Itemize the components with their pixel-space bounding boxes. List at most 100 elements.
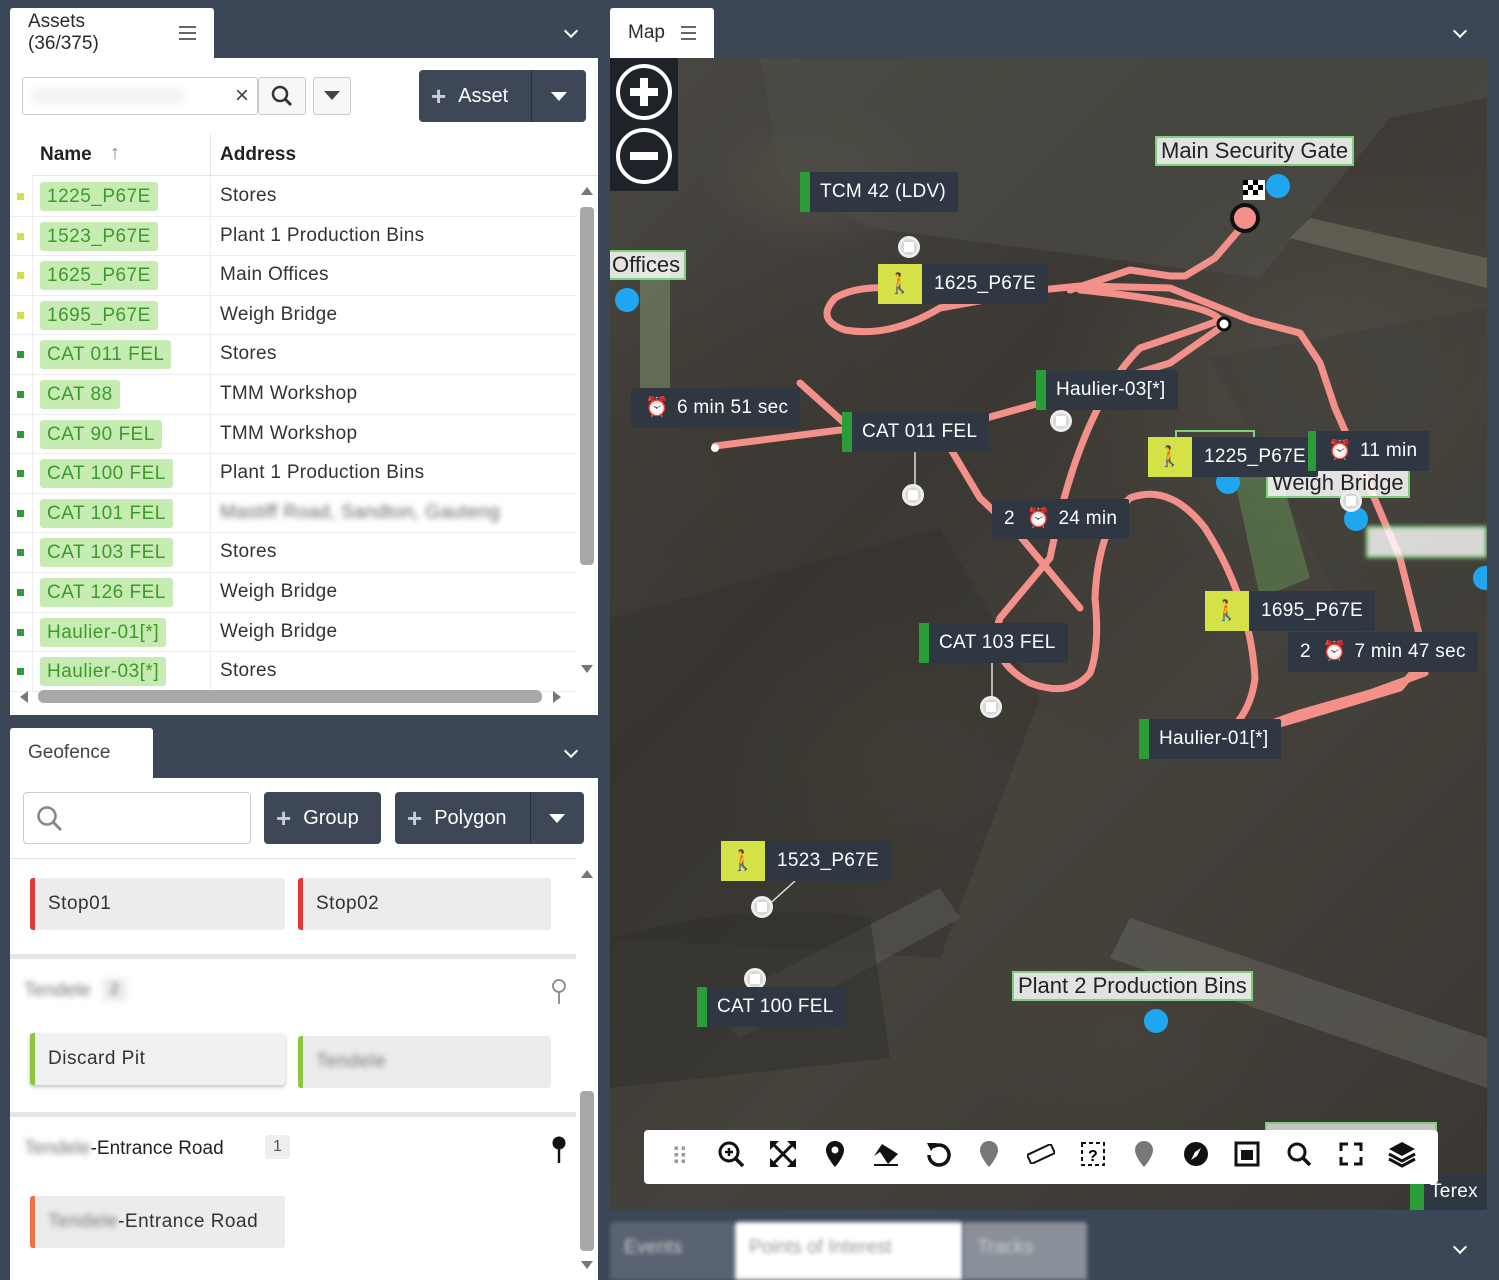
zoom-in-button[interactable] [616,64,672,120]
ruler-icon[interactable] [1025,1142,1057,1171]
asset-node[interactable] [751,896,773,918]
geofence-card-discard-pit[interactable]: Discard Pit [30,1033,285,1085]
eraser-icon[interactable] [870,1142,902,1173]
asset-label[interactable]: 🚶 1695_P67E [1205,591,1376,631]
caret-down-icon[interactable] [549,814,565,823]
column-name[interactable]: Name [40,144,92,166]
asset-name-badge[interactable]: Haulier-03[*] [40,657,167,687]
asset-label[interactable]: TCM 42 (LDV) [800,172,959,212]
menu-icon[interactable] [680,26,696,40]
zoom-out-button[interactable] [616,128,672,184]
asset-node[interactable] [1050,410,1072,432]
pin-outline-icon[interactable] [550,978,568,1006]
table-row[interactable]: CAT 101 FEL Mastiff Road, Sandton, Gauten… [10,493,576,534]
geofence-search-input[interactable] [23,792,251,844]
table-row[interactable]: CAT 90 FEL TMM Workshop [10,414,576,455]
table-row[interactable]: CAT 88 TMM Workshop [10,374,576,415]
asset-label[interactable]: 🚶 1625_P67E [878,264,1049,304]
table-row[interactable]: 1695_P67E Weigh Bridge [10,295,576,336]
table-row[interactable]: 1225_P67E Stores [10,177,576,217]
scroll-thumb[interactable] [580,1091,594,1251]
search-icon[interactable] [1283,1141,1315,1174]
poi-label[interactable]: Main Security Gate [1155,136,1355,166]
asset-name-badge[interactable]: 1625_P67E [40,261,158,291]
table-row[interactable]: CAT 126 FEL Weigh Bridge [10,572,576,613]
geofence-tab[interactable]: Geofence [10,728,153,778]
tab-points-of-interest[interactable]: Points of Interest [735,1222,963,1280]
asset-label[interactable]: CAT 100 FEL [697,987,846,1027]
chevron-down-icon[interactable] [1453,26,1467,40]
asset-name-badge[interactable]: 1523_P67E [40,221,158,251]
geofence-card-tendele[interactable]: Tendele [298,1036,551,1088]
caret-down-icon[interactable] [551,92,567,101]
stop-timer[interactable]: 2 ⏰ 24 min [992,499,1130,539]
asset-vertical-scrollbar[interactable] [576,177,598,685]
asset-label[interactable]: Haulier-03[*] [1036,370,1178,410]
chevron-down-icon[interactable] [564,26,578,40]
scroll-thumb[interactable] [580,207,594,565]
asset-horizontal-scrollbar[interactable] [10,686,576,708]
scroll-up-icon[interactable] [581,187,593,195]
scroll-down-icon[interactable] [581,665,593,673]
geofence-card-stop01[interactable]: Stop01 [30,878,285,930]
poi-dot[interactable] [1266,174,1290,198]
geofence-card-stop02[interactable]: Stop02 [298,878,551,930]
compass-icon[interactable] [1180,1141,1212,1174]
pin-filled-icon[interactable] [550,1135,568,1165]
marker-icon[interactable] [1128,1140,1160,1175]
scroll-right-icon[interactable] [553,691,561,703]
stop-timer[interactable]: ⏰ 6 min 51 sec [631,388,801,428]
sort-ascending-icon[interactable]: ↑ [110,142,120,165]
scroll-up-icon[interactable] [581,870,593,878]
table-row[interactable]: CAT 100 FEL Plant 1 Production Bins [10,454,576,494]
scroll-thumb[interactable] [38,690,542,703]
geofence-group-header[interactable]: Tendele 2 [10,978,576,1008]
add-group-button[interactable]: + Group [264,792,381,844]
poi-label[interactable]: Offices [610,250,687,280]
asset-search-input[interactable]: × [22,77,258,115]
track-start-marker[interactable] [1230,203,1260,233]
asset-name-badge[interactable]: CAT 100 FEL [40,459,173,489]
menu-icon[interactable] [178,26,196,40]
pin-icon[interactable] [819,1140,851,1175]
stop-timer[interactable]: ⏰ 11 min [1308,431,1430,471]
assets-tab[interactable]: Assets (36/375) [10,8,214,58]
asset-name-badge[interactable]: CAT 88 [40,379,120,409]
asset-node[interactable] [898,236,920,258]
asset-name-badge[interactable]: CAT 011 FEL [40,340,172,370]
poi-label[interactable]: Plant 2 Production Bins [1012,971,1253,1001]
asset-name-badge[interactable]: 1695_P67E [40,300,158,330]
chevron-down-icon[interactable] [564,746,578,760]
chevron-down-icon[interactable] [1453,1242,1467,1256]
scroll-down-icon[interactable] [581,1261,593,1269]
filter-dropdown-button[interactable] [313,77,351,115]
asset-name-badge[interactable]: CAT 101 FEL [40,498,173,528]
add-asset-button[interactable]: + Asset [419,70,586,122]
geofence-vertical-scrollbar[interactable] [576,866,598,1276]
table-row[interactable]: Haulier-01[*] Weigh Bridge [10,612,576,653]
table-row[interactable]: 1625_P67E Main Offices [10,256,576,296]
asset-node[interactable] [980,696,1002,718]
select-query-icon[interactable]: ? [1077,1141,1109,1174]
geofence-card-entrance-road[interactable]: Tendele-Entrance Road [30,1196,285,1248]
marker-icon[interactable] [973,1140,1005,1175]
stop-timer[interactable]: 2 ⏰ 7 min 47 sec [1288,632,1478,672]
search-button[interactable] [258,77,306,115]
add-polygon-button[interactable]: + Polygon [395,792,584,844]
layers-icon[interactable] [1386,1140,1418,1175]
poi-dot[interactable] [615,288,639,312]
asset-label[interactable]: CAT 103 FEL [919,623,1068,663]
table-row[interactable]: CAT 103 FEL Stores [10,533,576,573]
asset-label[interactable]: CAT 011 FEL [842,412,990,452]
scroll-left-icon[interactable] [20,691,28,703]
tab-events[interactable]: Events [610,1222,735,1280]
asset-node[interactable] [902,484,924,506]
asset-node[interactable] [1340,490,1362,512]
map-tab[interactable]: Map [610,8,714,58]
asset-name-badge[interactable]: CAT 126 FEL [40,577,173,607]
table-row[interactable]: 1523_P67E Plant 1 Production Bins [10,216,576,257]
asset-label[interactable]: Haulier-01[*] [1139,719,1281,759]
tab-tracks[interactable]: Tracks [963,1222,1087,1280]
fullscreen-icon[interactable] [1335,1142,1367,1173]
undo-icon[interactable] [922,1141,954,1174]
